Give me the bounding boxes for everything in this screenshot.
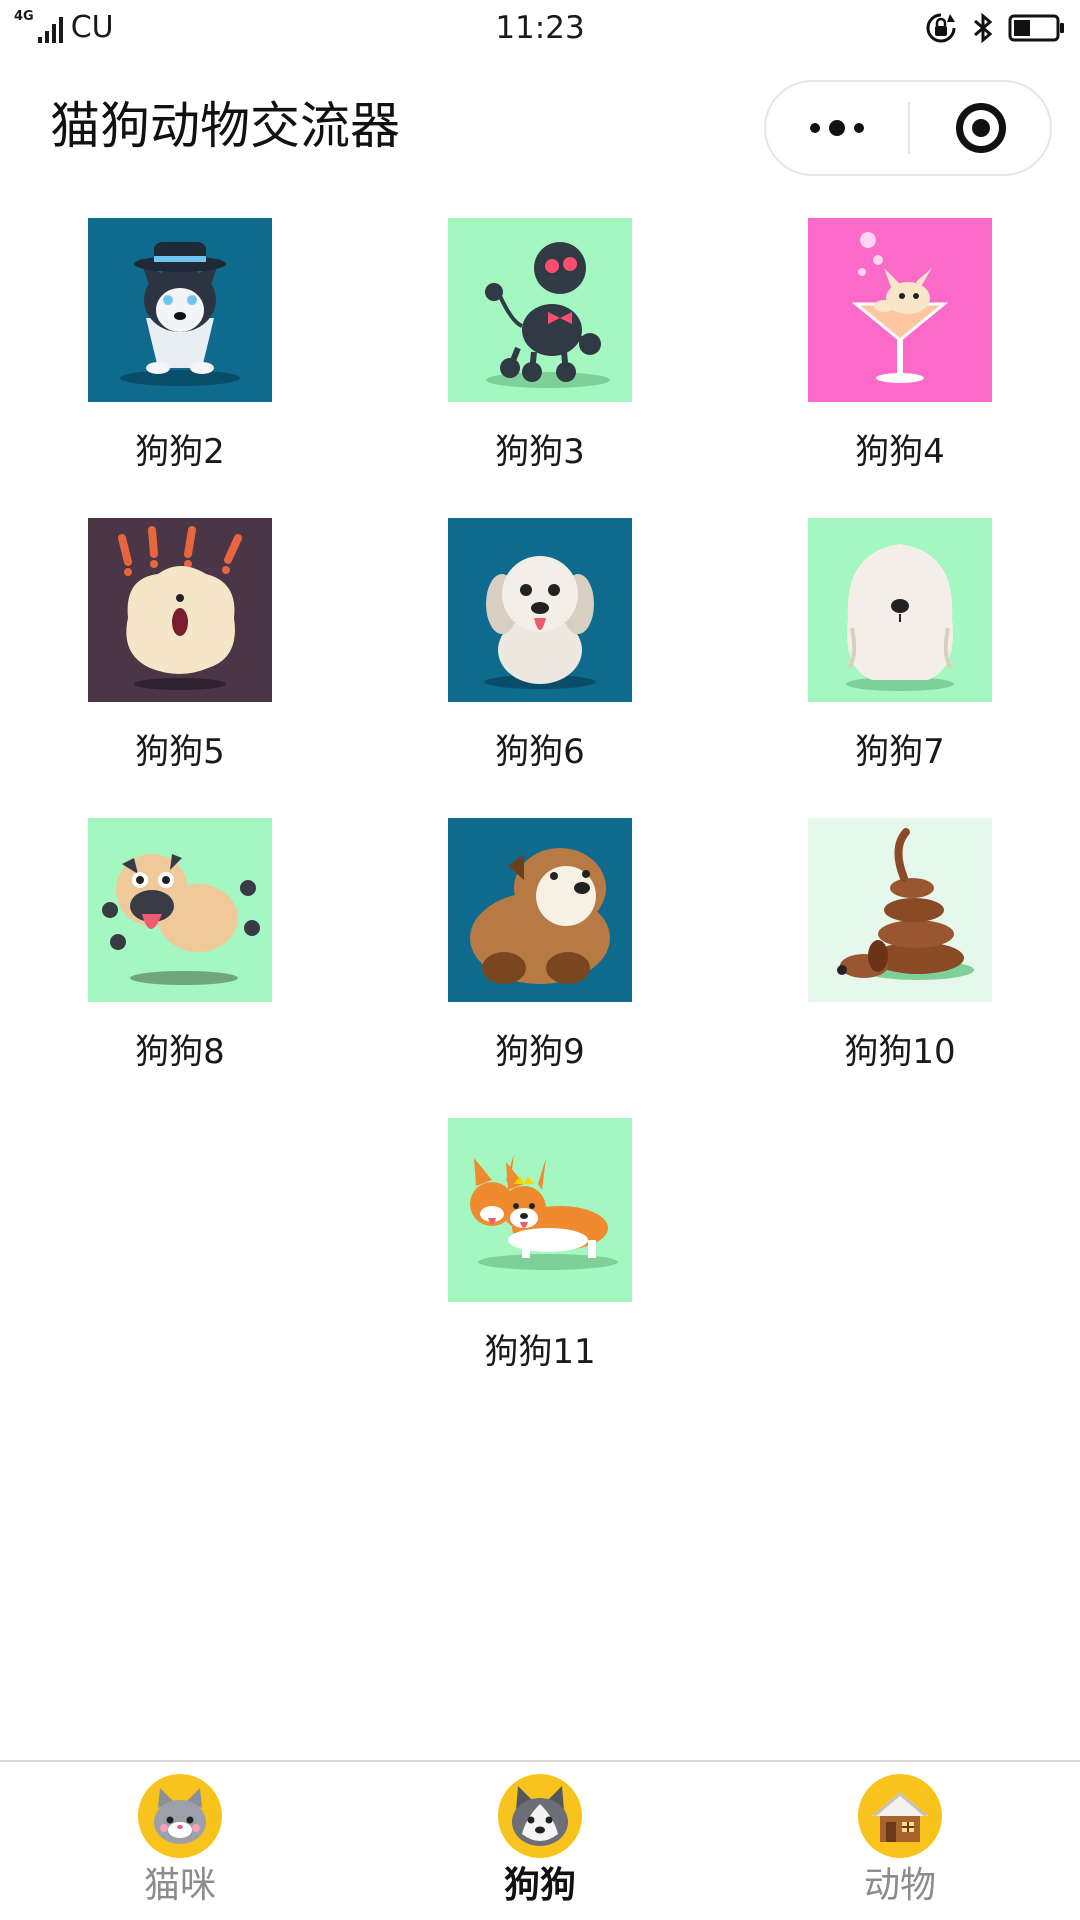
status-time: 11:23	[495, 10, 585, 46]
tab-bar: 猫咪 狗狗 动物	[0, 1760, 1080, 1920]
battery-icon	[1008, 13, 1066, 43]
tab-animals[interactable]: 动物	[720, 1762, 1080, 1920]
rotation-lock-icon	[924, 11, 958, 45]
more-button[interactable]	[766, 82, 908, 174]
bulldog-icon	[448, 818, 632, 1002]
tab-cats[interactable]: 猫咪	[0, 1762, 360, 1920]
mini-program-capsule	[764, 80, 1052, 176]
tab-dogs[interactable]: 狗狗	[360, 1762, 720, 1920]
dog-item[interactable]: 狗狗3	[360, 218, 720, 518]
target-circle-icon	[956, 103, 1006, 153]
dog-label: 狗狗10	[844, 1032, 956, 1072]
dog-item[interactable]: 狗狗4	[720, 218, 1080, 518]
dog-item[interactable]: 狗狗5	[0, 518, 360, 818]
dog-item[interactable]: 狗狗9	[360, 818, 720, 1118]
dog-grid: 狗狗2 狗狗3 狗狗4 狗狗5 狗狗6 狗狗7 狗狗8 狗狗9 狗狗10 狗狗1…	[0, 218, 1080, 1418]
pug-icon	[88, 818, 272, 1002]
tab-label: 狗狗	[503, 1865, 576, 1906]
status-icons	[924, 10, 1066, 46]
dachshund-icon	[808, 818, 992, 1002]
dog-label: 狗狗7	[855, 732, 945, 772]
white-shihtzu-icon	[448, 518, 632, 702]
dog-item[interactable]: 狗狗11	[360, 1118, 720, 1418]
chihuahua-in-glass-icon	[808, 218, 992, 402]
bluetooth-icon	[972, 12, 994, 44]
dog-label: 狗狗11	[484, 1332, 596, 1372]
house-icon	[858, 1774, 942, 1858]
tab-label: 动物	[863, 1865, 936, 1906]
dog-item[interactable]: 狗狗7	[720, 518, 1080, 818]
dog-label: 狗狗4	[855, 432, 945, 472]
close-button[interactable]	[910, 82, 1052, 174]
fluffy-sheepdog-icon	[808, 518, 992, 702]
dog-label: 狗狗5	[135, 732, 225, 772]
dog-item[interactable]: 狗狗6	[360, 518, 720, 818]
page-title: 猫狗动物交流器	[50, 97, 400, 155]
surprised-fluffy-dog-icon	[88, 518, 272, 702]
corgi-pair-icon	[448, 1118, 632, 1302]
dog-label: 狗狗2	[135, 432, 225, 472]
more-dots-icon	[810, 120, 864, 136]
title-bar: 猫狗动物交流器	[0, 56, 1080, 196]
poodle-icon	[448, 218, 632, 402]
husky-with-hat-icon	[88, 218, 272, 402]
dog-item[interactable]: 狗狗2	[0, 218, 360, 518]
status-bar: 4G CU 11:23	[0, 0, 1080, 56]
cat-face-icon	[138, 1774, 222, 1858]
dog-label: 狗狗3	[495, 432, 585, 472]
dog-label: 狗狗8	[135, 1032, 225, 1072]
dog-item[interactable]: 狗狗10	[720, 818, 1080, 1118]
husky-face-icon	[498, 1774, 582, 1858]
dog-item[interactable]: 狗狗8	[0, 818, 360, 1118]
dog-label: 狗狗9	[495, 1032, 585, 1072]
tab-label: 猫咪	[143, 1865, 216, 1906]
dog-label: 狗狗6	[495, 732, 585, 772]
